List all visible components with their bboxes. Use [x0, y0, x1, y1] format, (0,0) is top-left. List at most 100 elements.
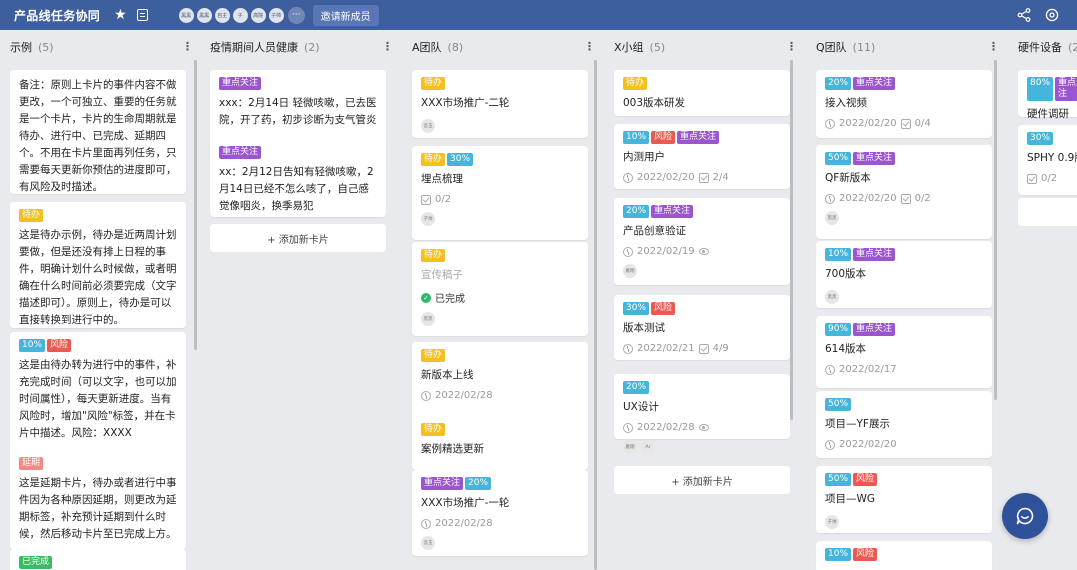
add-card-button[interactable]: + 添加新卡片	[614, 466, 790, 494]
column-scrollbar[interactable]	[194, 60, 197, 350]
avatar[interactable]: 黑黑	[177, 6, 195, 24]
task-card[interactable]: 延期 这是延期卡片，待办或者进行中事件因为各种原因延期，则更改为延期标签，补充预计…	[10, 450, 186, 550]
task-card[interactable]: 20% UX设计 2022/02/28 雁翔 Ar	[614, 374, 790, 455]
avatar[interactable]: 黑黑	[195, 6, 213, 24]
settings-icon[interactable]	[1045, 8, 1059, 22]
star-icon[interactable]: ★	[114, 7, 127, 23]
column-title[interactable]: 示例	[10, 39, 32, 55]
column-menu-icon[interactable]: ⋮	[182, 41, 193, 52]
board-title[interactable]: 产品线任务协同	[14, 7, 100, 24]
add-card-button[interactable]: + 添加新卡片	[210, 224, 386, 252]
task-card[interactable]: 50% 风险 项目—WG 子帅	[816, 466, 992, 533]
card-text: UX设计	[623, 401, 659, 413]
label-badge: 待办	[421, 249, 446, 262]
card-tags: 30%	[1027, 132, 1077, 145]
column-scrollbar[interactable]	[994, 60, 997, 400]
column-title[interactable]: A团队	[412, 39, 442, 55]
avatar[interactable]: 雁翔	[623, 440, 637, 454]
task-card[interactable]: 重点关注 xx：2月12日告知有轻微咳嗽，2月14日已经不怎么咳了，自己感觉像咽炎…	[210, 139, 386, 217]
card-tags: 待办	[421, 77, 579, 90]
card-tags: 10% 风险	[825, 548, 983, 561]
column-title[interactable]: Q团队	[816, 39, 847, 55]
column-title[interactable]: 疫情期间人员健康	[210, 39, 298, 55]
task-card[interactable]: 90% 重点关注 614版本 2022/02/17	[816, 316, 992, 388]
label-badge: 50%	[825, 473, 852, 486]
avatar[interactable]: 雁翔	[623, 264, 637, 278]
column-title[interactable]: X小组	[614, 39, 644, 55]
task-card[interactable]: 待办 003版本研发	[614, 70, 790, 116]
avatar[interactable]: 黑黑	[421, 312, 435, 326]
card-meta: 2022/02/20	[825, 439, 983, 450]
avatar[interactable]: 黑黑	[825, 290, 839, 304]
column-count: (5)	[38, 40, 54, 54]
board-column: X小组 (5) ⋮ 待办 003版本研发 10% 风险 重点关注 内测用户 2022/02/20 2…	[604, 30, 805, 570]
column-scrollbar[interactable]	[594, 60, 597, 570]
task-card[interactable]: 10% 风险	[816, 541, 992, 570]
task-card[interactable]: 待办 XXX市场推广-二轮 吾玉	[412, 70, 588, 138]
avatar[interactable]: 吾玉	[421, 536, 435, 550]
avatar[interactable]: Ar	[641, 440, 655, 455]
column-menu-icon[interactable]: ⋮	[988, 41, 999, 52]
avatar[interactable]: 黑黑	[825, 211, 839, 225]
task-card[interactable]: 待办 宣传稿子 ✓ 已完成 黑黑	[412, 242, 588, 336]
task-card[interactable]: 待办 案例精选更新	[412, 416, 588, 470]
share-icon[interactable]	[1017, 8, 1031, 22]
done-status: ✓ 已完成	[421, 290, 579, 305]
label-badge: 30%	[447, 153, 474, 166]
avatar[interactable]: 自主	[213, 6, 231, 24]
avatar[interactable]: 子帅	[825, 515, 839, 529]
more-members-button[interactable]: ···	[287, 6, 305, 24]
member-avatars[interactable]: 黑黑 黑黑 自主 子 高院 子帅 ···	[177, 6, 305, 24]
clock-icon	[623, 422, 633, 433]
label-badge: 待办	[421, 153, 446, 166]
invite-member-button[interactable]: 邀请新成员	[312, 4, 379, 26]
due-date: 2022/02/28	[435, 390, 493, 401]
task-card[interactable]: 待办 30% 埋点梳理 0/2 子帅	[412, 146, 588, 240]
task-card[interactable]: 10% 风险 重点关注 内测用户 2022/02/20 2/4	[614, 124, 790, 189]
avatar[interactable]: 高院	[249, 6, 267, 24]
task-card[interactable]: 80%重点关注硬件调研	[1018, 70, 1077, 120]
document-icon[interactable]	[136, 9, 148, 21]
task-card[interactable]: 10% 重点关注 700版本 黑黑	[816, 241, 992, 308]
avatar[interactable]: 子帅	[267, 6, 285, 24]
avatar[interactable]: 子	[231, 6, 249, 24]
add-card-button[interactable]: +	[1018, 198, 1077, 226]
task-card[interactable]: 10% 风险 这是由待办转为进行中的事件，补充完成时间（可以文字，也可以加时间属性）…	[10, 332, 186, 456]
checklist-icon	[900, 118, 911, 129]
card-members: 黑黑	[825, 283, 983, 304]
card-text: 埋点梳理	[421, 173, 463, 185]
avatar[interactable]: 吾玉	[421, 119, 435, 133]
card-text: 项目—YF展示	[825, 418, 890, 430]
label-badge: 50%	[825, 152, 852, 165]
column-count: (2	[1068, 40, 1077, 54]
task-card[interactable]: 30% 风险 版本测试 2022/02/21 4/9	[614, 295, 790, 360]
task-card[interactable]: 20% 重点关注 接入视频 2022/02/20 0/4	[816, 70, 992, 138]
card-tags: 30% 风险	[623, 302, 781, 315]
task-card[interactable]: 备注：原则上卡片的事件内容不做更改，一个可独立、重要的任务就是一个卡片，卡片的生…	[10, 70, 186, 194]
checklist-count: 0/4	[914, 118, 931, 129]
column-header: A团队 (8)	[402, 30, 603, 64]
task-card[interactable]: 20% 重点关注 产品创意验证 2022/02/19 雁翔	[614, 198, 790, 285]
checklist-count: 2/4	[712, 172, 729, 183]
column-menu-icon[interactable]: ⋮	[786, 41, 797, 52]
task-card[interactable]: 30% SPHY 0.9版 0/2	[1018, 125, 1077, 195]
task-card[interactable]: 待办 这是待办示例，待办是近两周计划要做，但是还没有排上日程的事件，明确计划什么时…	[10, 202, 186, 328]
column-menu-icon[interactable]: ⋮	[382, 41, 393, 52]
task-card[interactable]: 50% 重点关注 QF新版本 2022/02/20 0/2 黑黑	[816, 145, 992, 239]
card-tags: 50%	[825, 398, 983, 411]
task-card[interactable]: 已完成	[10, 549, 186, 570]
chat-button[interactable]	[1002, 493, 1048, 539]
card-meta: 2022/02/20 0/4	[825, 118, 983, 129]
card-tags: 已完成	[19, 556, 177, 569]
label-badge: 重点关注	[651, 205, 694, 218]
label-badge: 风险	[853, 548, 878, 561]
avatar[interactable]: 子帅	[421, 212, 435, 226]
column-scrollbar[interactable]	[790, 60, 793, 420]
card-meta: 2022/02/21 4/9	[623, 343, 781, 354]
column-title[interactable]: 硬件设备	[1018, 39, 1062, 55]
task-card[interactable]: 50% 项目—YF展示 2022/02/20	[816, 391, 992, 458]
label-badge: 重点关注	[853, 248, 896, 261]
task-card[interactable]: 重点关注 20% XXX市场推广-一轮 2022/02/28 吾玉	[412, 470, 588, 556]
card-meta: 2022/02/17	[825, 364, 983, 375]
column-menu-icon[interactable]: ⋮	[584, 41, 595, 52]
